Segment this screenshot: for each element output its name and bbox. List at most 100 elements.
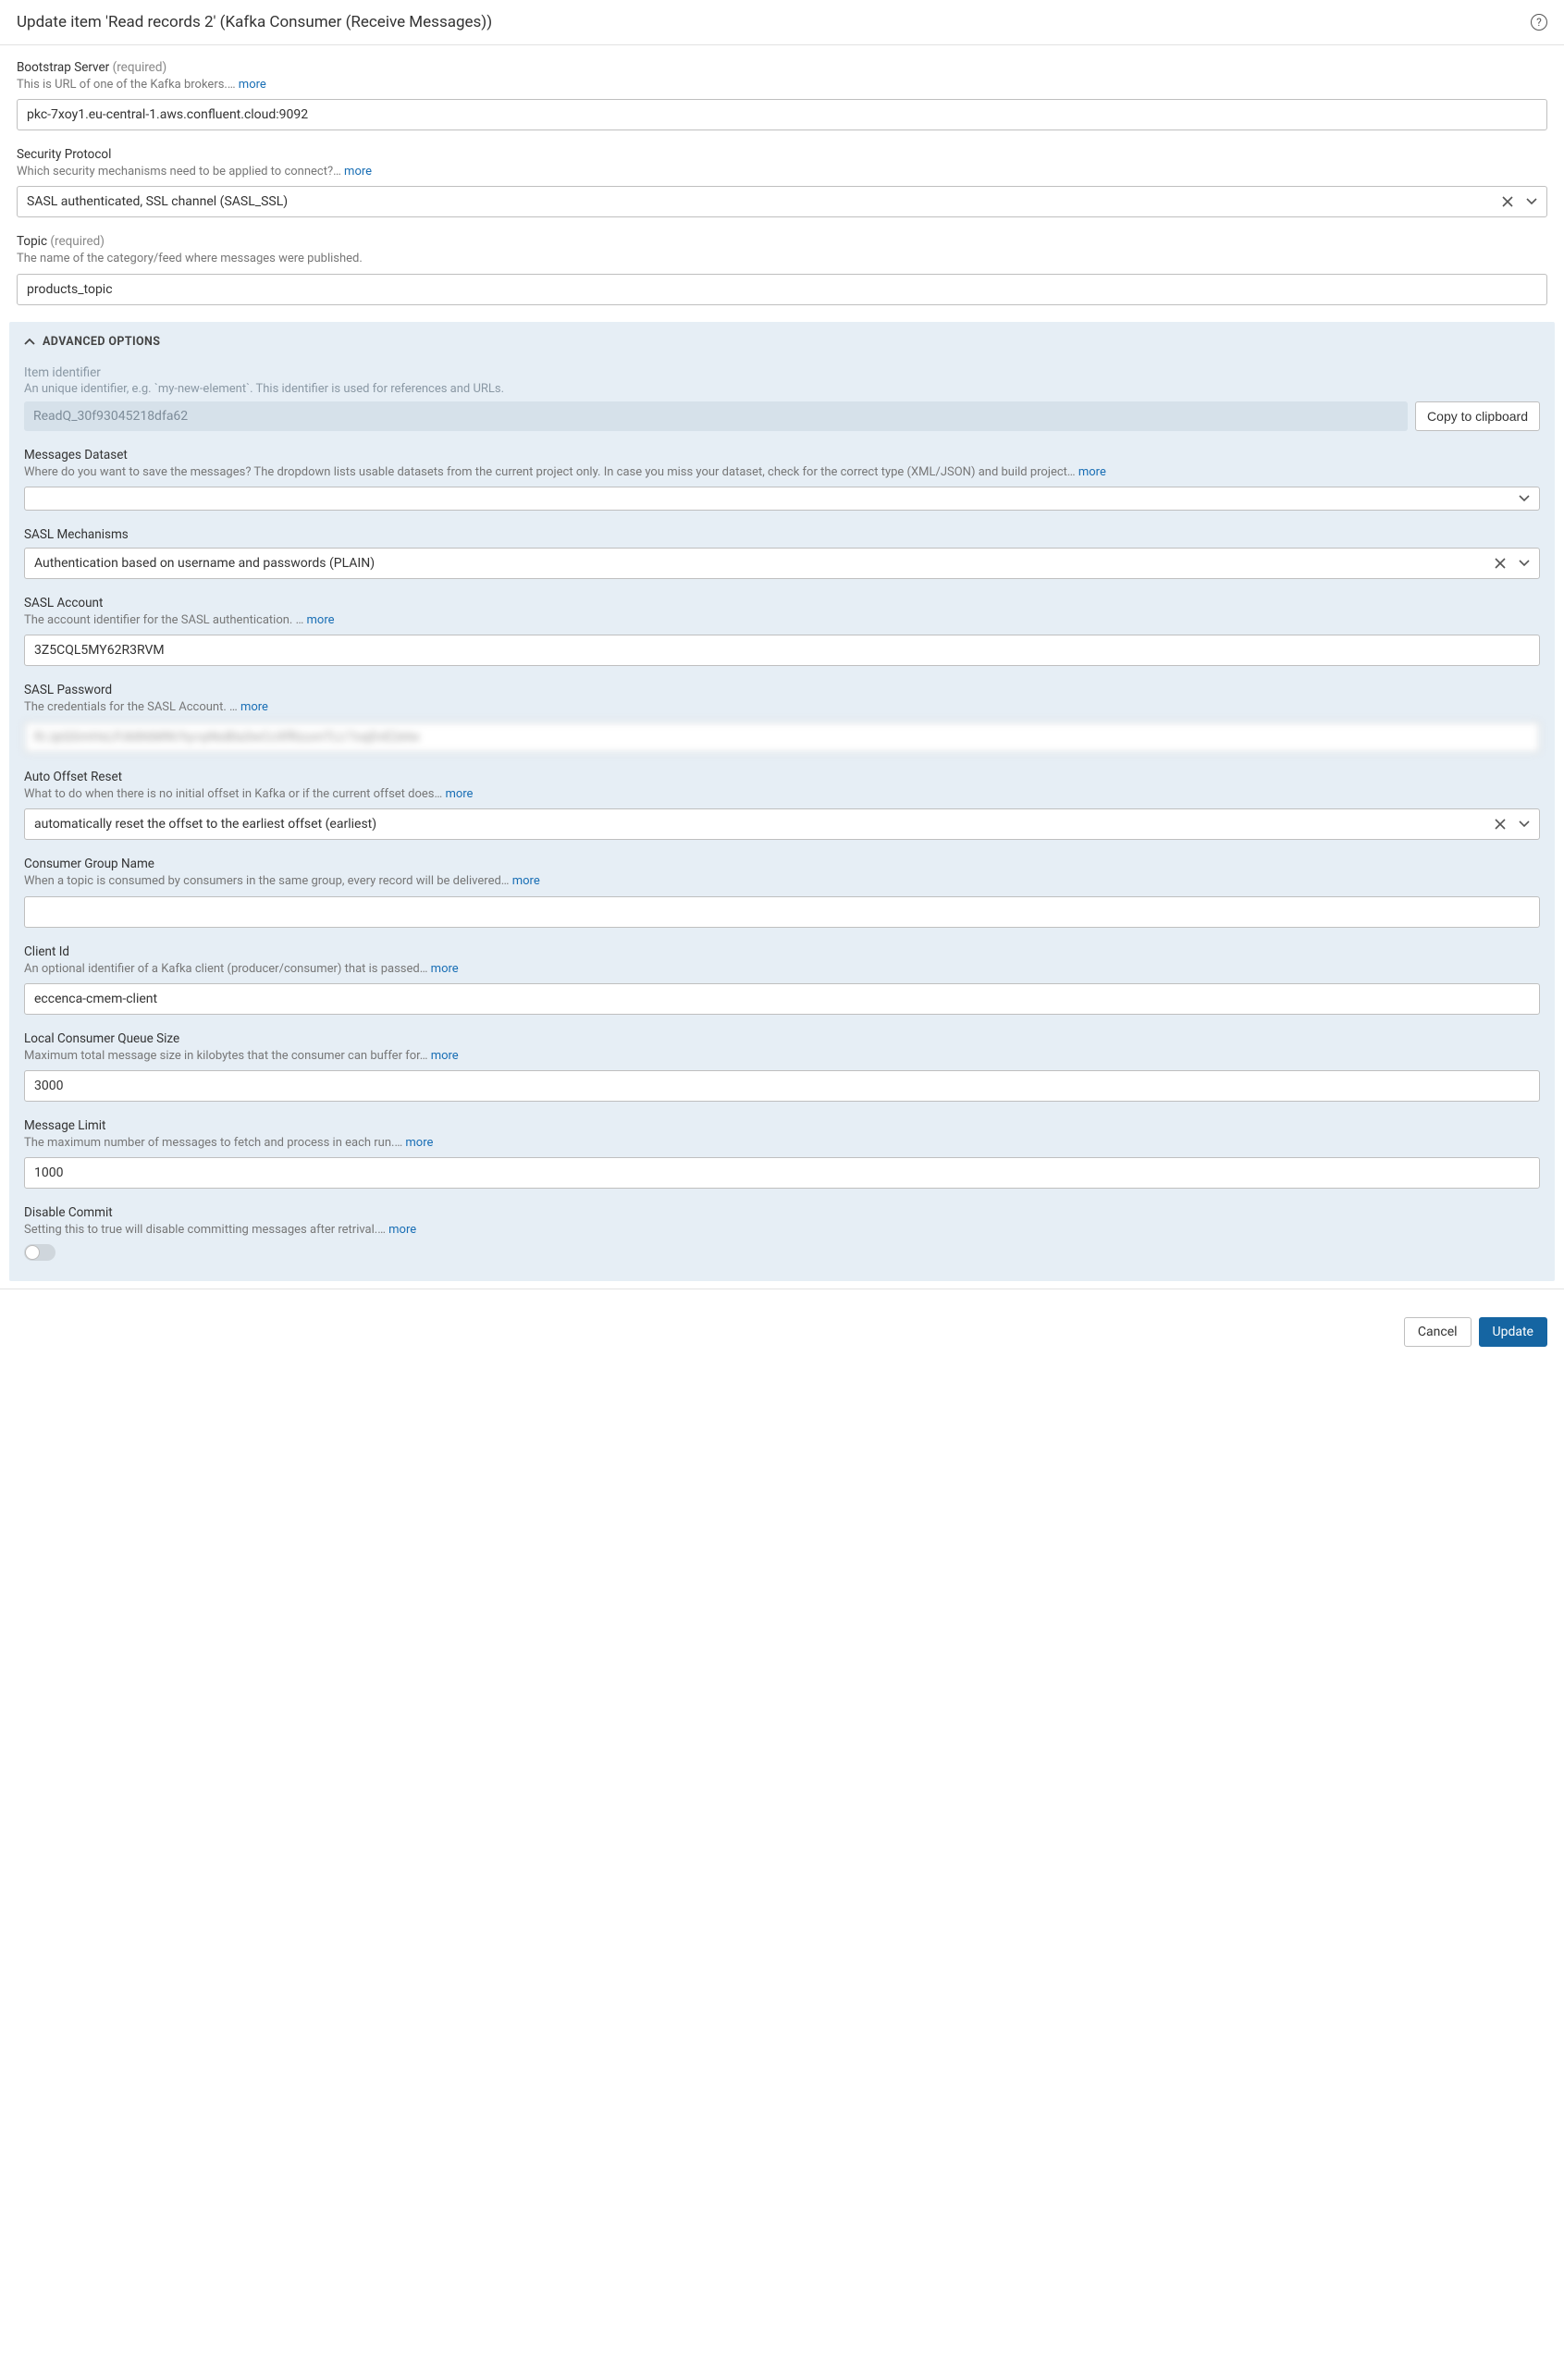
advanced-header-text: ADVANCED OPTIONS — [43, 335, 160, 349]
help-icon[interactable]: ? — [1531, 14, 1547, 31]
chevron-up-icon — [24, 338, 35, 345]
client-id-input[interactable] — [24, 983, 1540, 1015]
clear-icon[interactable] — [1502, 196, 1513, 207]
sasl-account-label: SASL Account — [24, 596, 1540, 610]
field-messages-dataset: Messages Dataset Where do you want to sa… — [24, 448, 1540, 511]
topic-input[interactable] — [17, 274, 1547, 305]
bootstrap-required: (required) — [113, 60, 167, 75]
advanced-options-toggle[interactable]: ADVANCED OPTIONS — [9, 322, 1555, 352]
security-help: Which security mechanisms need to be app… — [17, 164, 1547, 180]
dialog: Update item 'Read records 2' (Kafka Cons… — [0, 0, 1564, 1363]
field-bootstrap-server: Bootstrap Server (required) This is URL … — [17, 60, 1547, 130]
field-queue-size: Local Consumer Queue Size Maximum total … — [24, 1031, 1540, 1102]
advanced-inner: Item identifier An unique identifier, e.… — [9, 352, 1555, 1282]
auto-offset-select[interactable]: automatically reset the offset to the ea… — [24, 808, 1540, 840]
auto-offset-help: What to do when there is no initial offs… — [24, 786, 1540, 803]
security-help-text: Which security mechanisms need to be app… — [17, 165, 341, 179]
disable-commit-help-text: Setting this to true will disable commit… — [24, 1223, 386, 1237]
disable-commit-more-link[interactable]: more — [388, 1223, 416, 1237]
bootstrap-label-text: Bootstrap Server — [17, 60, 109, 75]
topic-label-text: Topic — [17, 234, 47, 249]
queue-help: Maximum total message size in kilobytes … — [24, 1048, 1540, 1065]
sasl-password-label: SASL Password — [24, 683, 1540, 697]
dialog-header: Update item 'Read records 2' (Kafka Cons… — [0, 0, 1564, 45]
group-input[interactable] — [24, 896, 1540, 928]
identifier-help: An unique identifier, e.g. `my-new-eleme… — [24, 382, 1540, 396]
sasl-password-more-link[interactable]: more — [240, 700, 268, 714]
field-topic: Topic (required) The name of the categor… — [17, 234, 1547, 304]
chevron-down-icon[interactable] — [1526, 198, 1537, 205]
topic-help: The name of the category/feed where mess… — [17, 251, 1547, 267]
group-help-text: When a topic is consumed by consumers in… — [24, 874, 510, 888]
field-message-limit: Message Limit The maximum number of mess… — [24, 1118, 1540, 1189]
update-button[interactable]: Update — [1479, 1317, 1547, 1347]
group-help: When a topic is consumed by consumers in… — [24, 873, 1540, 890]
clear-icon[interactable] — [1495, 558, 1506, 569]
auto-offset-value: automatically reset the offset to the ea… — [34, 817, 376, 832]
client-id-label: Client Id — [24, 944, 1540, 959]
auto-offset-label: Auto Offset Reset — [24, 770, 1540, 784]
bootstrap-input[interactable] — [17, 99, 1547, 130]
chevron-down-icon[interactable] — [1519, 495, 1530, 502]
dataset-select[interactable] — [24, 487, 1540, 511]
security-value: SASL authenticated, SSL channel (SASL_SS… — [27, 194, 288, 209]
bootstrap-label: Bootstrap Server (required) — [17, 60, 1547, 75]
group-label: Consumer Group Name — [24, 857, 1540, 871]
field-consumer-group: Consumer Group Name When a topic is cons… — [24, 857, 1540, 927]
queue-more-link[interactable]: more — [431, 1049, 459, 1063]
sasl-password-input[interactable] — [24, 721, 1540, 753]
bootstrap-help-text: This is URL of one of the Kafka brokers.… — [17, 78, 236, 92]
sasl-mech-select[interactable]: Authentication based on username and pas… — [24, 548, 1540, 579]
sasl-account-help: The account identifier for the SASL auth… — [24, 612, 1540, 629]
bootstrap-help: This is URL of one of the Kafka brokers.… — [17, 77, 1547, 93]
dialog-body: Bootstrap Server (required) This is URL … — [0, 45, 1564, 1281]
dataset-label: Messages Dataset — [24, 448, 1540, 462]
topic-label: Topic (required) — [17, 234, 1547, 249]
clear-icon[interactable] — [1495, 819, 1506, 830]
disable-commit-toggle[interactable] — [24, 1244, 55, 1261]
dataset-help: Where do you want to save the messages? … — [24, 464, 1540, 481]
queue-input[interactable] — [24, 1070, 1540, 1102]
field-sasl-password: SASL Password The credentials for the SA… — [24, 683, 1540, 753]
topic-required: (required) — [50, 234, 105, 249]
sasl-account-input[interactable] — [24, 635, 1540, 666]
identifier-label: Item identifier — [24, 365, 1540, 380]
field-disable-commit: Disable Commit Setting this to true will… — [24, 1205, 1540, 1261]
queue-label: Local Consumer Queue Size — [24, 1031, 1540, 1046]
security-more-link[interactable]: more — [344, 165, 372, 179]
limit-more-link[interactable]: more — [405, 1136, 433, 1150]
client-id-help-text: An optional identifier of a Kafka client… — [24, 962, 427, 976]
client-id-more-link[interactable]: more — [431, 962, 459, 976]
sasl-mech-label: SASL Mechanisms — [24, 527, 1540, 542]
identifier-value: ReadQ_30f93045218dfa62 — [24, 401, 1408, 431]
limit-help-text: The maximum number of messages to fetch … — [24, 1136, 402, 1150]
dataset-more-link[interactable]: more — [1078, 465, 1106, 479]
dialog-footer: Cancel Update — [0, 1289, 1564, 1363]
disable-commit-help: Setting this to true will disable commit… — [24, 1222, 1540, 1239]
disable-commit-label: Disable Commit — [24, 1205, 1540, 1220]
dataset-help-text: Where do you want to save the messages? … — [24, 465, 1076, 479]
field-security-protocol: Security Protocol Which security mechani… — [17, 147, 1547, 217]
group-more-link[interactable]: more — [512, 874, 540, 888]
advanced-options-panel: ADVANCED OPTIONS Item identifier An uniq… — [9, 322, 1555, 1282]
sasl-password-help-text: The credentials for the SASL Account. … — [24, 700, 238, 714]
bootstrap-more-link[interactable]: more — [239, 78, 266, 92]
field-sasl-mechanisms: SASL Mechanisms Authentication based on … — [24, 527, 1540, 579]
auto-offset-help-text: What to do when there is no initial offs… — [24, 787, 442, 801]
auto-offset-more-link[interactable]: more — [445, 787, 473, 801]
limit-label: Message Limit — [24, 1118, 1540, 1133]
chevron-down-icon[interactable] — [1519, 820, 1530, 828]
field-client-id: Client Id An optional identifier of a Ka… — [24, 944, 1540, 1015]
toggle-knob — [25, 1245, 40, 1260]
security-select[interactable]: SASL authenticated, SSL channel (SASL_SS… — [17, 186, 1547, 217]
sasl-mech-value: Authentication based on username and pas… — [34, 556, 375, 571]
sasl-account-more-link[interactable]: more — [307, 613, 335, 627]
queue-help-text: Maximum total message size in kilobytes … — [24, 1049, 427, 1063]
copy-to-clipboard-button[interactable]: Copy to clipboard — [1415, 401, 1540, 431]
cancel-button[interactable]: Cancel — [1404, 1317, 1472, 1347]
sasl-account-help-text: The account identifier for the SASL auth… — [24, 613, 303, 627]
limit-help: The maximum number of messages to fetch … — [24, 1135, 1540, 1152]
chevron-down-icon[interactable] — [1519, 560, 1530, 567]
limit-input[interactable] — [24, 1157, 1540, 1189]
sasl-password-help: The credentials for the SASL Account. … … — [24, 699, 1540, 716]
